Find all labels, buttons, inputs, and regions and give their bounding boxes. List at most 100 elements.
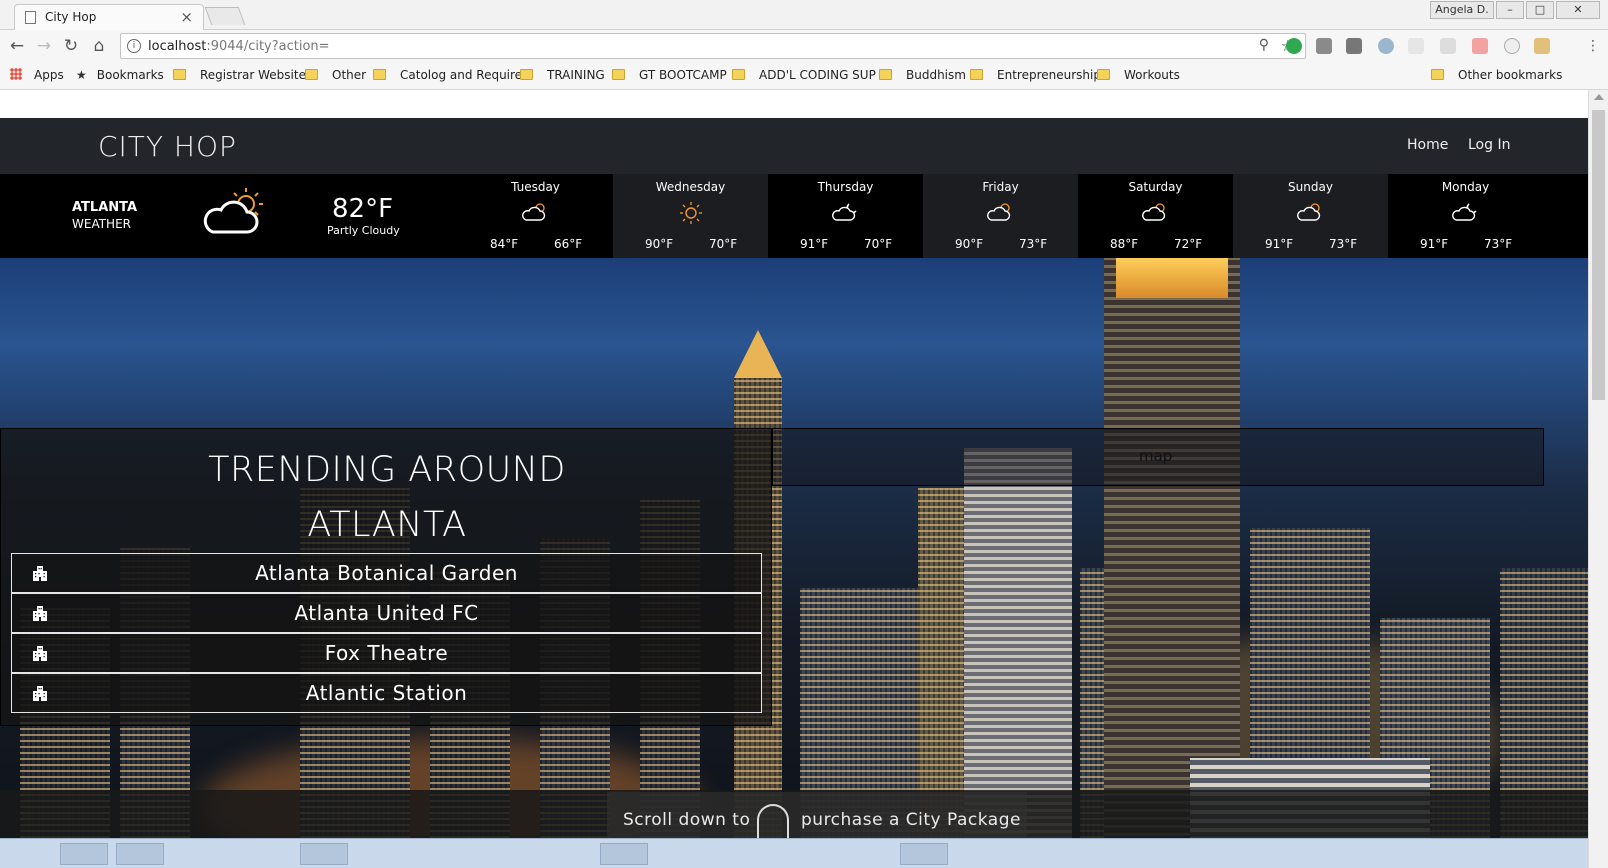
address-bar[interactable]: i localhost:9044/city?action= ⚲ ☆ <box>120 33 1306 59</box>
tab-title: City Hop <box>45 10 97 24</box>
extension-icon[interactable] <box>1286 38 1302 54</box>
map-container[interactable]: map <box>772 428 1544 486</box>
new-tab-button[interactable] <box>204 7 246 25</box>
current-condition: Partly Cloudy <box>327 224 400 237</box>
forecast-high: 91°F <box>1420 237 1449 251</box>
bookmark-folder[interactable]: GT BOOTCAMP <box>612 68 727 82</box>
apps-icon <box>10 68 22 80</box>
reload-icon[interactable]: ↻ <box>60 35 82 57</box>
forecast-day: Monday 91°F 73°F <box>1388 174 1543 258</box>
partly-cloudy-icon <box>1142 203 1166 221</box>
page-viewport: CITY HOP Home Log In ATLANTA WEATHER 82°… <box>0 90 1588 868</box>
forecast-day: Wednesday 90°F 70°F <box>613 174 768 258</box>
forecast-day: Saturday 88°F 72°F <box>1078 174 1233 258</box>
forecast-day: Thursday 91°F 70°F <box>768 174 923 258</box>
bookmarks-bar: Apps ★ Bookmarks Registrar Websites Other… <box>0 62 1608 90</box>
taskbar-item[interactable] <box>600 843 648 865</box>
trending-item[interactable]: Atlanta Botanical Garden <box>11 553 762 593</box>
map-placeholder: map <box>1139 447 1173 465</box>
back-icon[interactable]: ← <box>6 35 28 57</box>
forecast-day-name: Monday <box>1441 180 1490 194</box>
skype-icon[interactable] <box>1378 38 1394 54</box>
extension-icon[interactable] <box>1534 38 1550 54</box>
current-temperature: 82°F <box>332 194 394 224</box>
close-window-button[interactable]: ✕ <box>1556 1 1600 19</box>
folder-icon <box>373 69 386 80</box>
scroll-prompt-text: Scroll down to <box>623 810 751 830</box>
sun-icon <box>680 202 702 224</box>
extension-icon[interactable] <box>1440 38 1456 54</box>
extension-icon[interactable] <box>1472 38 1488 54</box>
cloud-moon-icon <box>1452 203 1477 221</box>
browser-toolbar: ← → ↻ ⌂ i localhost:9044/city?action= ⚲ … <box>0 30 1608 62</box>
taskbar-item[interactable] <box>300 843 348 865</box>
extension-icon[interactable] <box>1504 38 1520 54</box>
forecast-day: Friday 90°F 73°F <box>923 174 1078 258</box>
forecast-high: 91°F <box>800 237 829 251</box>
bookmark-folder[interactable]: Workouts <box>1097 68 1180 82</box>
partly-cloudy-icon <box>203 188 263 234</box>
minimize-button[interactable]: – <box>1496 1 1524 19</box>
nav-login-link[interactable]: Log In <box>1468 137 1510 153</box>
other-bookmarks[interactable]: Other bookmarks <box>1431 68 1562 82</box>
bookmark-folder[interactable]: TRAINING <box>520 68 605 82</box>
trending-item-label: Fox Theatre <box>324 641 449 665</box>
forecast-low: 73°F <box>1484 237 1513 251</box>
taskbar-item[interactable] <box>116 843 164 865</box>
trending-item-label: Atlantic Station <box>305 681 468 705</box>
forecast-high: 90°F <box>955 237 984 251</box>
forecast-high: 91°F <box>1265 237 1294 251</box>
extension-icon[interactable] <box>1316 38 1332 54</box>
trending-item-label: Atlanta Botanical Garden <box>255 561 518 585</box>
forward-icon[interactable]: → <box>33 35 55 57</box>
taskbar-item[interactable] <box>900 843 948 865</box>
tab-close-icon[interactable]: × <box>180 8 193 26</box>
forecast-low: 70°F <box>709 237 738 251</box>
bookmark-folder[interactable]: Catolog and Require <box>373 68 522 82</box>
weather-widget: ATLANTA WEATHER 82°F Partly Cloudy Tuesd… <box>0 174 1588 258</box>
forecast-low: 73°F <box>1329 237 1358 251</box>
building-icon <box>33 646 47 661</box>
extension-icon[interactable] <box>1346 38 1362 54</box>
cloud-moon-icon <box>832 203 857 221</box>
bookmark-folder[interactable]: Entrepreneurship <box>970 68 1101 82</box>
browser-tab[interactable]: City Hop × <box>14 4 204 30</box>
menu-icon[interactable]: ⋮ <box>1582 35 1604 57</box>
trending-item[interactable]: Atlanta United FC <box>11 593 762 633</box>
bookmark-folder[interactable]: Other <box>305 68 366 82</box>
trending-item[interactable]: Fox Theatre <box>11 633 762 673</box>
forecast-low: 66°F <box>554 237 583 251</box>
page-icon <box>25 11 36 24</box>
home-icon[interactable]: ⌂ <box>88 35 110 57</box>
info-icon[interactable]: i <box>127 39 141 53</box>
bookmark-folder[interactable]: Registrar Websites <box>173 68 312 82</box>
profile-button[interactable]: Angela D. <box>1430 1 1494 19</box>
trending-item[interactable]: Atlantic Station <box>11 673 762 713</box>
scroll-up-icon[interactable] <box>1594 94 1604 100</box>
forecast-day-name: Friday <box>982 180 1019 194</box>
forecast-day-name: Tuesday <box>511 180 560 194</box>
page-scrollbar[interactable] <box>1588 90 1608 868</box>
bookmark-folder[interactable]: Buddhism <box>879 68 966 82</box>
folder-icon <box>612 69 625 80</box>
zoom-icon[interactable]: ⚲ <box>1259 37 1269 53</box>
forecast-day-name: Sunday <box>1288 180 1333 194</box>
bookmark-apps[interactable]: Apps <box>10 68 64 82</box>
trending-item-label: Atlanta United FC <box>294 601 479 625</box>
site-brand[interactable]: CITY HOP <box>98 130 237 163</box>
taskbar-item[interactable] <box>60 843 108 865</box>
scrollbar-thumb[interactable] <box>1592 110 1605 400</box>
maximize-button[interactable]: □ <box>1526 1 1554 19</box>
forecast-day-name: Saturday <box>1128 180 1183 194</box>
browser-titlebar: City Hop × Angela D. – □ ✕ <box>0 0 1608 30</box>
forecast-low: 70°F <box>864 237 893 251</box>
weather-city: ATLANTA <box>72 200 138 215</box>
bookmark-folder[interactable]: ADD'L CODING SUP <box>732 68 876 82</box>
nav-home-link[interactable]: Home <box>1407 137 1448 153</box>
folder-icon <box>1431 69 1444 80</box>
forecast-day: Tuesday 84°F 66°F <box>458 174 613 258</box>
forecast-high: 90°F <box>645 237 674 251</box>
extension-icon[interactable] <box>1408 38 1424 54</box>
os-taskbar <box>0 838 1588 868</box>
bookmark-bookmarks[interactable]: ★ Bookmarks <box>76 68 164 82</box>
